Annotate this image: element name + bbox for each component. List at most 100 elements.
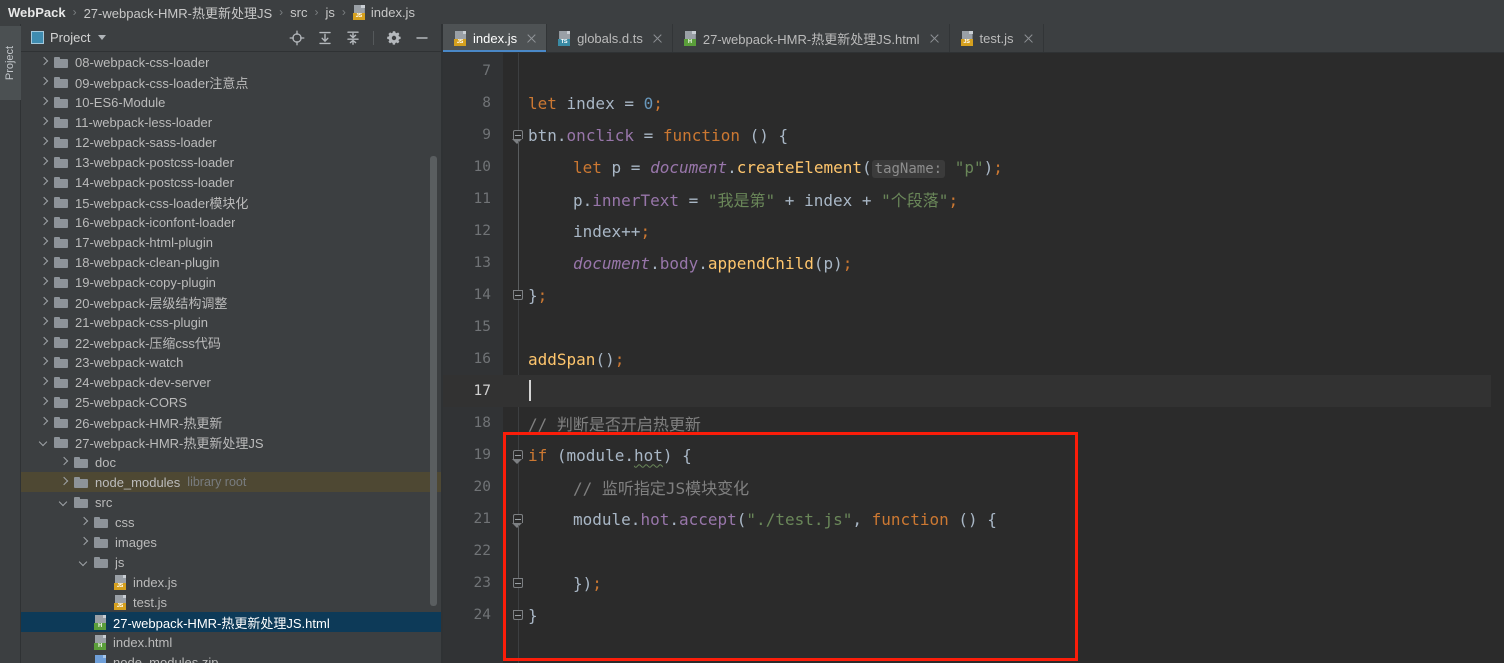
editor-tab[interactable]: JS test.js — [950, 24, 1044, 52]
chevron-right-icon[interactable] — [39, 158, 48, 167]
tree-folder-row[interactable]: js — [21, 552, 441, 572]
tree-folder-row[interactable]: 08-webpack-css-loader — [21, 52, 441, 72]
tree-folder-row[interactable]: 16-webpack-iconfont-loader — [21, 212, 441, 232]
chevron-right-icon[interactable] — [39, 78, 48, 87]
code-line[interactable]: 8 let index = 0; — [443, 87, 1504, 119]
tree-folder-row[interactable]: 24-webpack-dev-server — [21, 372, 441, 392]
chevron-right-icon[interactable] — [39, 198, 48, 207]
chevron-right-icon[interactable] — [39, 278, 48, 287]
tree-file-row[interactable]: H 27-webpack-HMR-热更新处理JS.html — [21, 612, 441, 632]
tree-folder-row[interactable]: doc — [21, 452, 441, 472]
chevron-right-icon[interactable] — [39, 298, 48, 307]
tool-window-tab-project[interactable]: Project — [0, 26, 21, 100]
close-icon[interactable] — [652, 33, 663, 44]
code-line[interactable]: 10 let p = document.createElement(tagName… — [443, 151, 1504, 183]
tree-folder-row[interactable]: 19-webpack-copy-plugin — [21, 272, 441, 292]
code-line[interactable]: 22 — [443, 535, 1504, 567]
chevron-right-icon[interactable] — [39, 118, 48, 127]
breadcrumb-item-4[interactable]: JS index.js — [352, 4, 415, 20]
chevron-down-icon[interactable] — [79, 558, 88, 567]
code-line[interactable]: 7 — [443, 55, 1504, 87]
chevron-right-icon[interactable] — [39, 258, 48, 267]
code-line[interactable]: 13 document.body.appendChild(p); — [443, 247, 1504, 279]
code-line[interactable]: 20 // 监听指定JS模块变化 — [443, 471, 1504, 503]
chevron-right-icon[interactable] — [39, 338, 48, 347]
gear-icon[interactable] — [386, 30, 402, 46]
breadcrumb-item-2[interactable]: src — [290, 5, 307, 20]
code-line[interactable]: 16 addSpan(); — [443, 343, 1504, 375]
fold-collapse-icon[interactable] — [513, 578, 524, 589]
editor-tab[interactable]: JS index.js — [443, 24, 548, 52]
code-line[interactable]: 21 module.hot.accept("./test.js", functio… — [443, 503, 1504, 535]
chevron-down-icon[interactable] — [39, 438, 48, 447]
tree-file-row[interactable]: node_modules.zip — [21, 652, 441, 663]
code-line[interactable]: 12 index++; — [443, 215, 1504, 247]
chevron-down-icon[interactable] — [98, 35, 107, 40]
breadcrumb-item-1[interactable]: 27-webpack-HMR-热更新处理JS — [84, 3, 273, 22]
collapse-all-icon[interactable] — [345, 30, 361, 46]
chevron-right-icon[interactable] — [39, 318, 48, 327]
tree-folder-row[interactable]: 10-ES6-Module — [21, 92, 441, 112]
expand-all-icon[interactable] — [317, 30, 333, 46]
chevron-right-icon[interactable] — [39, 238, 48, 247]
tree-file-row[interactable]: JS index.js — [21, 572, 441, 592]
tree-folder-row[interactable]: 11-webpack-less-loader — [21, 112, 441, 132]
fold-collapse-icon[interactable] — [513, 290, 524, 301]
code-line[interactable]: 15 — [443, 311, 1504, 343]
tree-file-row[interactable]: JS test.js — [21, 592, 441, 612]
tree-folder-row[interactable]: 20-webpack-层级结构调整 — [21, 292, 441, 312]
tree-folder-row[interactable]: 23-webpack-watch — [21, 352, 441, 372]
chevron-right-icon[interactable] — [39, 378, 48, 387]
tree-folder-row[interactable]: 14-webpack-postcss-loader — [21, 172, 441, 192]
tree-folder-row[interactable]: 15-webpack-css-loader模块化 — [21, 192, 441, 212]
chevron-right-icon[interactable] — [59, 458, 68, 467]
chevron-right-icon[interactable] — [39, 218, 48, 227]
code-line[interactable]: 18 // 判断是否开启热更新 — [443, 407, 1504, 439]
chevron-right-icon[interactable] — [39, 58, 48, 67]
close-icon[interactable] — [1023, 33, 1034, 44]
tree-folder-row[interactable]: css — [21, 512, 441, 532]
code-line[interactable]: 17 — [443, 375, 1504, 407]
tree-folder-row[interactable]: 13-webpack-postcss-loader — [21, 152, 441, 172]
editor-scrollbar[interactable] — [1491, 53, 1504, 663]
tree-folder-row[interactable]: 21-webpack-css-plugin — [21, 312, 441, 332]
tree-folder-row[interactable]: 18-webpack-clean-plugin — [21, 252, 441, 272]
tree-folder-row[interactable]: node_modules library root — [21, 472, 441, 492]
tree-folder-row[interactable]: 26-webpack-HMR-热更新 — [21, 412, 441, 432]
chevron-right-icon[interactable] — [59, 478, 68, 487]
project-tree-scrollbar[interactable] — [430, 156, 437, 606]
code-line[interactable]: 19 if (module.hot) { — [443, 439, 1504, 471]
editor-tab[interactable]: H 27-webpack-HMR-热更新处理JS.html — [673, 24, 950, 52]
code-line[interactable]: 9 btn.onclick = function () { — [443, 119, 1504, 151]
close-icon[interactable] — [526, 33, 537, 44]
code-editor[interactable]: 7 8 let index = 0; 9 btn.onclick = function … — [443, 53, 1504, 663]
chevron-right-icon[interactable] — [39, 358, 48, 367]
chevron-right-icon[interactable] — [39, 138, 48, 147]
fold-collapse-icon[interactable] — [513, 610, 524, 621]
code-line[interactable]: 24} — [443, 599, 1504, 631]
close-icon[interactable] — [929, 33, 940, 44]
chevron-right-icon[interactable] — [39, 418, 48, 427]
chevron-right-icon[interactable] — [79, 538, 88, 547]
editor-tab[interactable]: TS globals.d.ts — [547, 24, 673, 52]
chevron-right-icon[interactable] — [39, 398, 48, 407]
chevron-down-icon[interactable] — [59, 498, 68, 507]
breadcrumb-item-3[interactable]: js — [325, 5, 334, 20]
fold-expand-icon[interactable] — [513, 450, 524, 461]
tree-folder-row[interactable]: src — [21, 492, 441, 512]
tree-folder-row[interactable]: 27-webpack-HMR-热更新处理JS — [21, 432, 441, 452]
code-line[interactable]: 11 p.innerText = "我是第" + index + "个段落"; — [443, 183, 1504, 215]
breadcrumb-item-0[interactable]: WebPack — [8, 5, 66, 20]
tree-file-row[interactable]: Hindex.html — [21, 632, 441, 652]
code-line[interactable]: 23}); — [443, 567, 1504, 599]
tree-folder-row[interactable]: 22-webpack-压缩css代码 — [21, 332, 441, 352]
code-line[interactable]: 14}; — [443, 279, 1504, 311]
locate-file-icon[interactable] — [289, 30, 305, 46]
tree-folder-row[interactable]: 09-webpack-css-loader注意点 — [21, 72, 441, 92]
fold-expand-icon[interactable] — [513, 130, 524, 141]
fold-expand-icon[interactable] — [513, 514, 524, 525]
chevron-right-icon[interactable] — [39, 178, 48, 187]
chevron-right-icon[interactable] — [79, 518, 88, 527]
tree-folder-row[interactable]: 25-webpack-CORS — [21, 392, 441, 412]
chevron-right-icon[interactable] — [39, 98, 48, 107]
